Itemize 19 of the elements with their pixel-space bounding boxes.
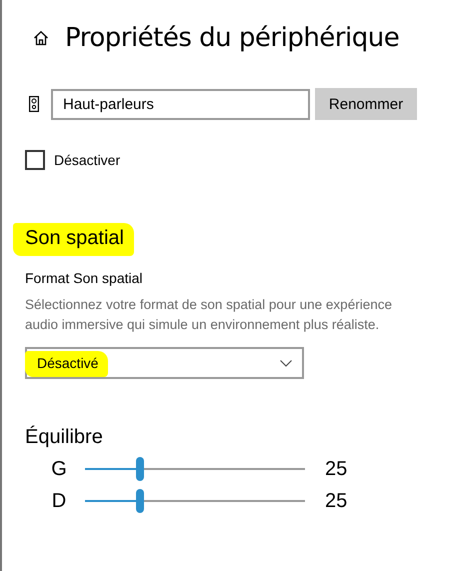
- home-icon[interactable]: [33, 30, 49, 46]
- rename-button[interactable]: Renommer: [315, 88, 417, 120]
- checkbox-label: Désactiver: [54, 152, 120, 168]
- field-label: Format Son spatial: [25, 270, 144, 286]
- slider-thumb[interactable]: [136, 489, 144, 513]
- channel-label: G: [50, 458, 68, 480]
- slider-thumb[interactable]: [136, 457, 144, 481]
- speaker-icon: [29, 96, 39, 112]
- slider-value: 25: [324, 490, 348, 512]
- page-title: Propriétés du périphérique: [65, 23, 400, 53]
- checkbox[interactable]: [25, 150, 45, 170]
- channel-label: D: [50, 490, 68, 512]
- section-heading: Son spatial: [25, 227, 124, 250]
- device-name-field[interactable]: Haut-parleurs: [51, 88, 310, 120]
- slider-value: 25: [324, 458, 348, 480]
- section-heading: Équilibre: [25, 426, 104, 449]
- chevron-down-icon: [280, 360, 292, 366]
- description-text: Sélectionnez votre format de son spatial pour une expérience audio immersive qui simule un environnement plus réaliste.: [25, 296, 393, 334]
- format-dropdown[interactable]: Désactivé: [25, 347, 304, 379]
